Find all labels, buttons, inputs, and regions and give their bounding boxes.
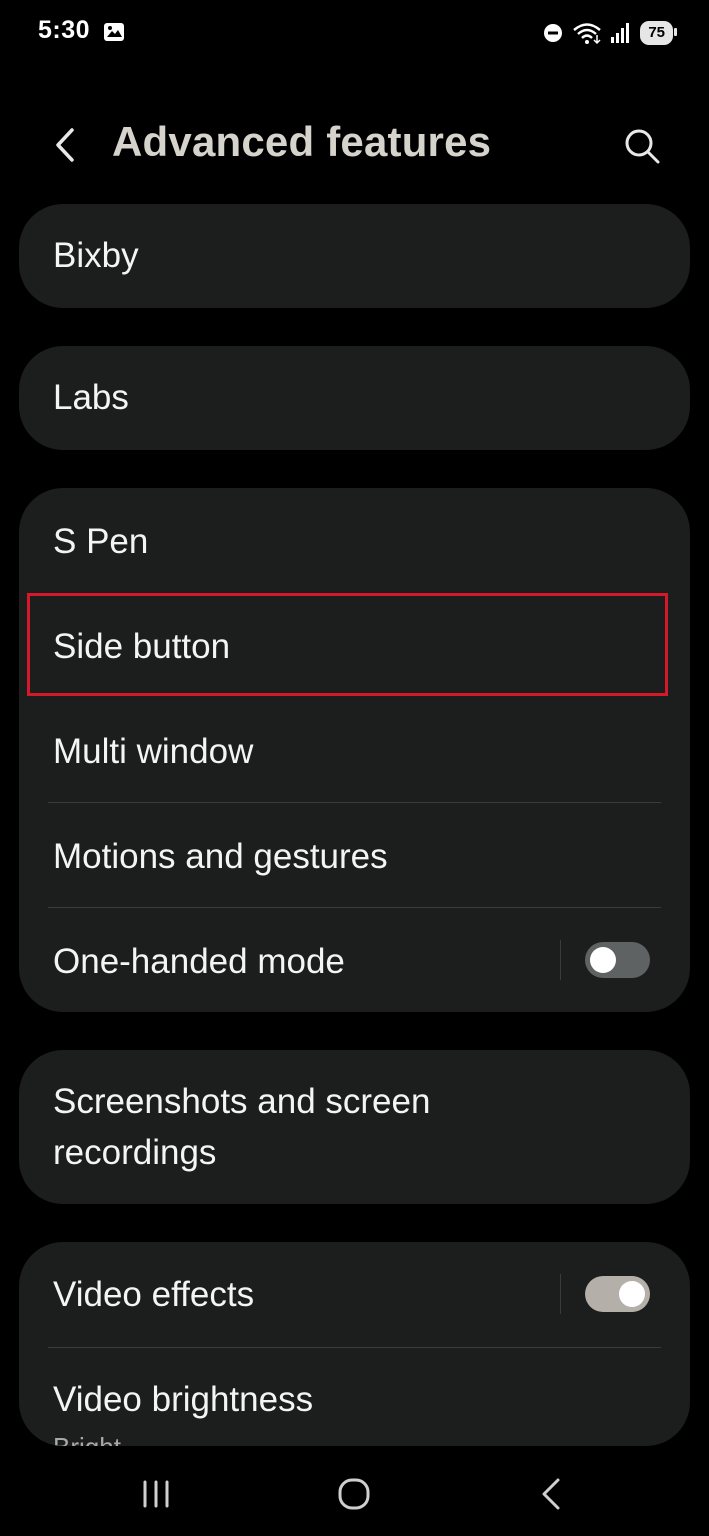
back-nav-button[interactable] xyxy=(522,1472,582,1516)
menu-item-label: One-handed mode xyxy=(53,942,345,981)
card-screenshots: Screenshots and screen recordings xyxy=(19,1050,690,1204)
card-input-group: S Pen Side button Multi window Motions a… xyxy=(19,488,690,1012)
video-effects-toggle[interactable] xyxy=(585,1276,650,1312)
menu-item-label: S Pen xyxy=(53,522,149,561)
status-time: 5:30 xyxy=(38,16,91,44)
menu-item-motions-gestures[interactable]: Motions and gestures xyxy=(19,803,690,908)
chevron-left-icon xyxy=(56,128,74,162)
menu-item-multi-window[interactable]: Multi window xyxy=(19,698,690,803)
battery-icon: 75 xyxy=(640,21,677,45)
menu-item-label: Labs xyxy=(53,378,129,417)
navigation-bar xyxy=(0,1452,709,1536)
one-handed-mode-toggle[interactable] xyxy=(585,942,650,978)
toggle-knob xyxy=(590,947,616,973)
menu-item-label: Video effects xyxy=(53,1275,255,1314)
gallery-icon xyxy=(104,23,124,41)
menu-item-label-line2: recordings xyxy=(53,1133,217,1172)
menu-item-video-brightness[interactable]: Video brightness Bright xyxy=(19,1348,690,1446)
search-icon xyxy=(625,129,660,164)
home-button[interactable] xyxy=(324,1472,384,1516)
menu-item-video-effects[interactable]: Video effects xyxy=(19,1242,690,1347)
menu-item-screenshots-recordings[interactable]: Screenshots and screen recordings xyxy=(19,1050,690,1204)
menu-item-label-line1: Screenshots and screen xyxy=(53,1082,431,1121)
search-button[interactable] xyxy=(618,122,666,170)
menu-item-label: Side button xyxy=(53,627,231,666)
menu-item-subtitle: Bright xyxy=(53,1432,121,1446)
wifi-icon xyxy=(573,23,602,45)
menu-item-label: Bixby xyxy=(53,236,139,275)
back-button[interactable] xyxy=(42,120,90,170)
recent-apps-button[interactable] xyxy=(126,1472,186,1516)
vertical-divider xyxy=(560,940,561,980)
back-icon xyxy=(542,1478,560,1510)
status-icons: 75 xyxy=(542,20,677,46)
card-labs: Labs xyxy=(19,346,690,450)
menu-item-s-pen[interactable]: S Pen xyxy=(19,488,690,593)
toggle-knob xyxy=(619,1281,645,1307)
menu-item-one-handed-mode[interactable]: One-handed mode xyxy=(19,908,690,1012)
page-title: Advanced features xyxy=(112,118,492,165)
menu-item-side-button[interactable]: Side button xyxy=(19,593,690,698)
menu-item-label: Motions and gestures xyxy=(53,837,388,876)
recent-apps-icon xyxy=(143,1480,169,1508)
header: Advanced features xyxy=(0,98,709,194)
status-bar: 5:30 75 xyxy=(0,0,709,66)
vertical-divider xyxy=(560,1274,561,1314)
menu-item-label: Video brightness xyxy=(53,1380,314,1419)
signal-icon xyxy=(611,23,630,43)
card-bixby: Bixby xyxy=(19,204,690,308)
home-icon xyxy=(338,1478,370,1510)
menu-item-labs[interactable]: Labs xyxy=(19,346,690,450)
card-video: Video effects Video brightness Bright xyxy=(19,1242,690,1446)
do-not-disturb-icon xyxy=(544,24,563,42)
menu-item-bixby[interactable]: Bixby xyxy=(19,204,690,308)
menu-item-label: Multi window xyxy=(53,732,254,771)
